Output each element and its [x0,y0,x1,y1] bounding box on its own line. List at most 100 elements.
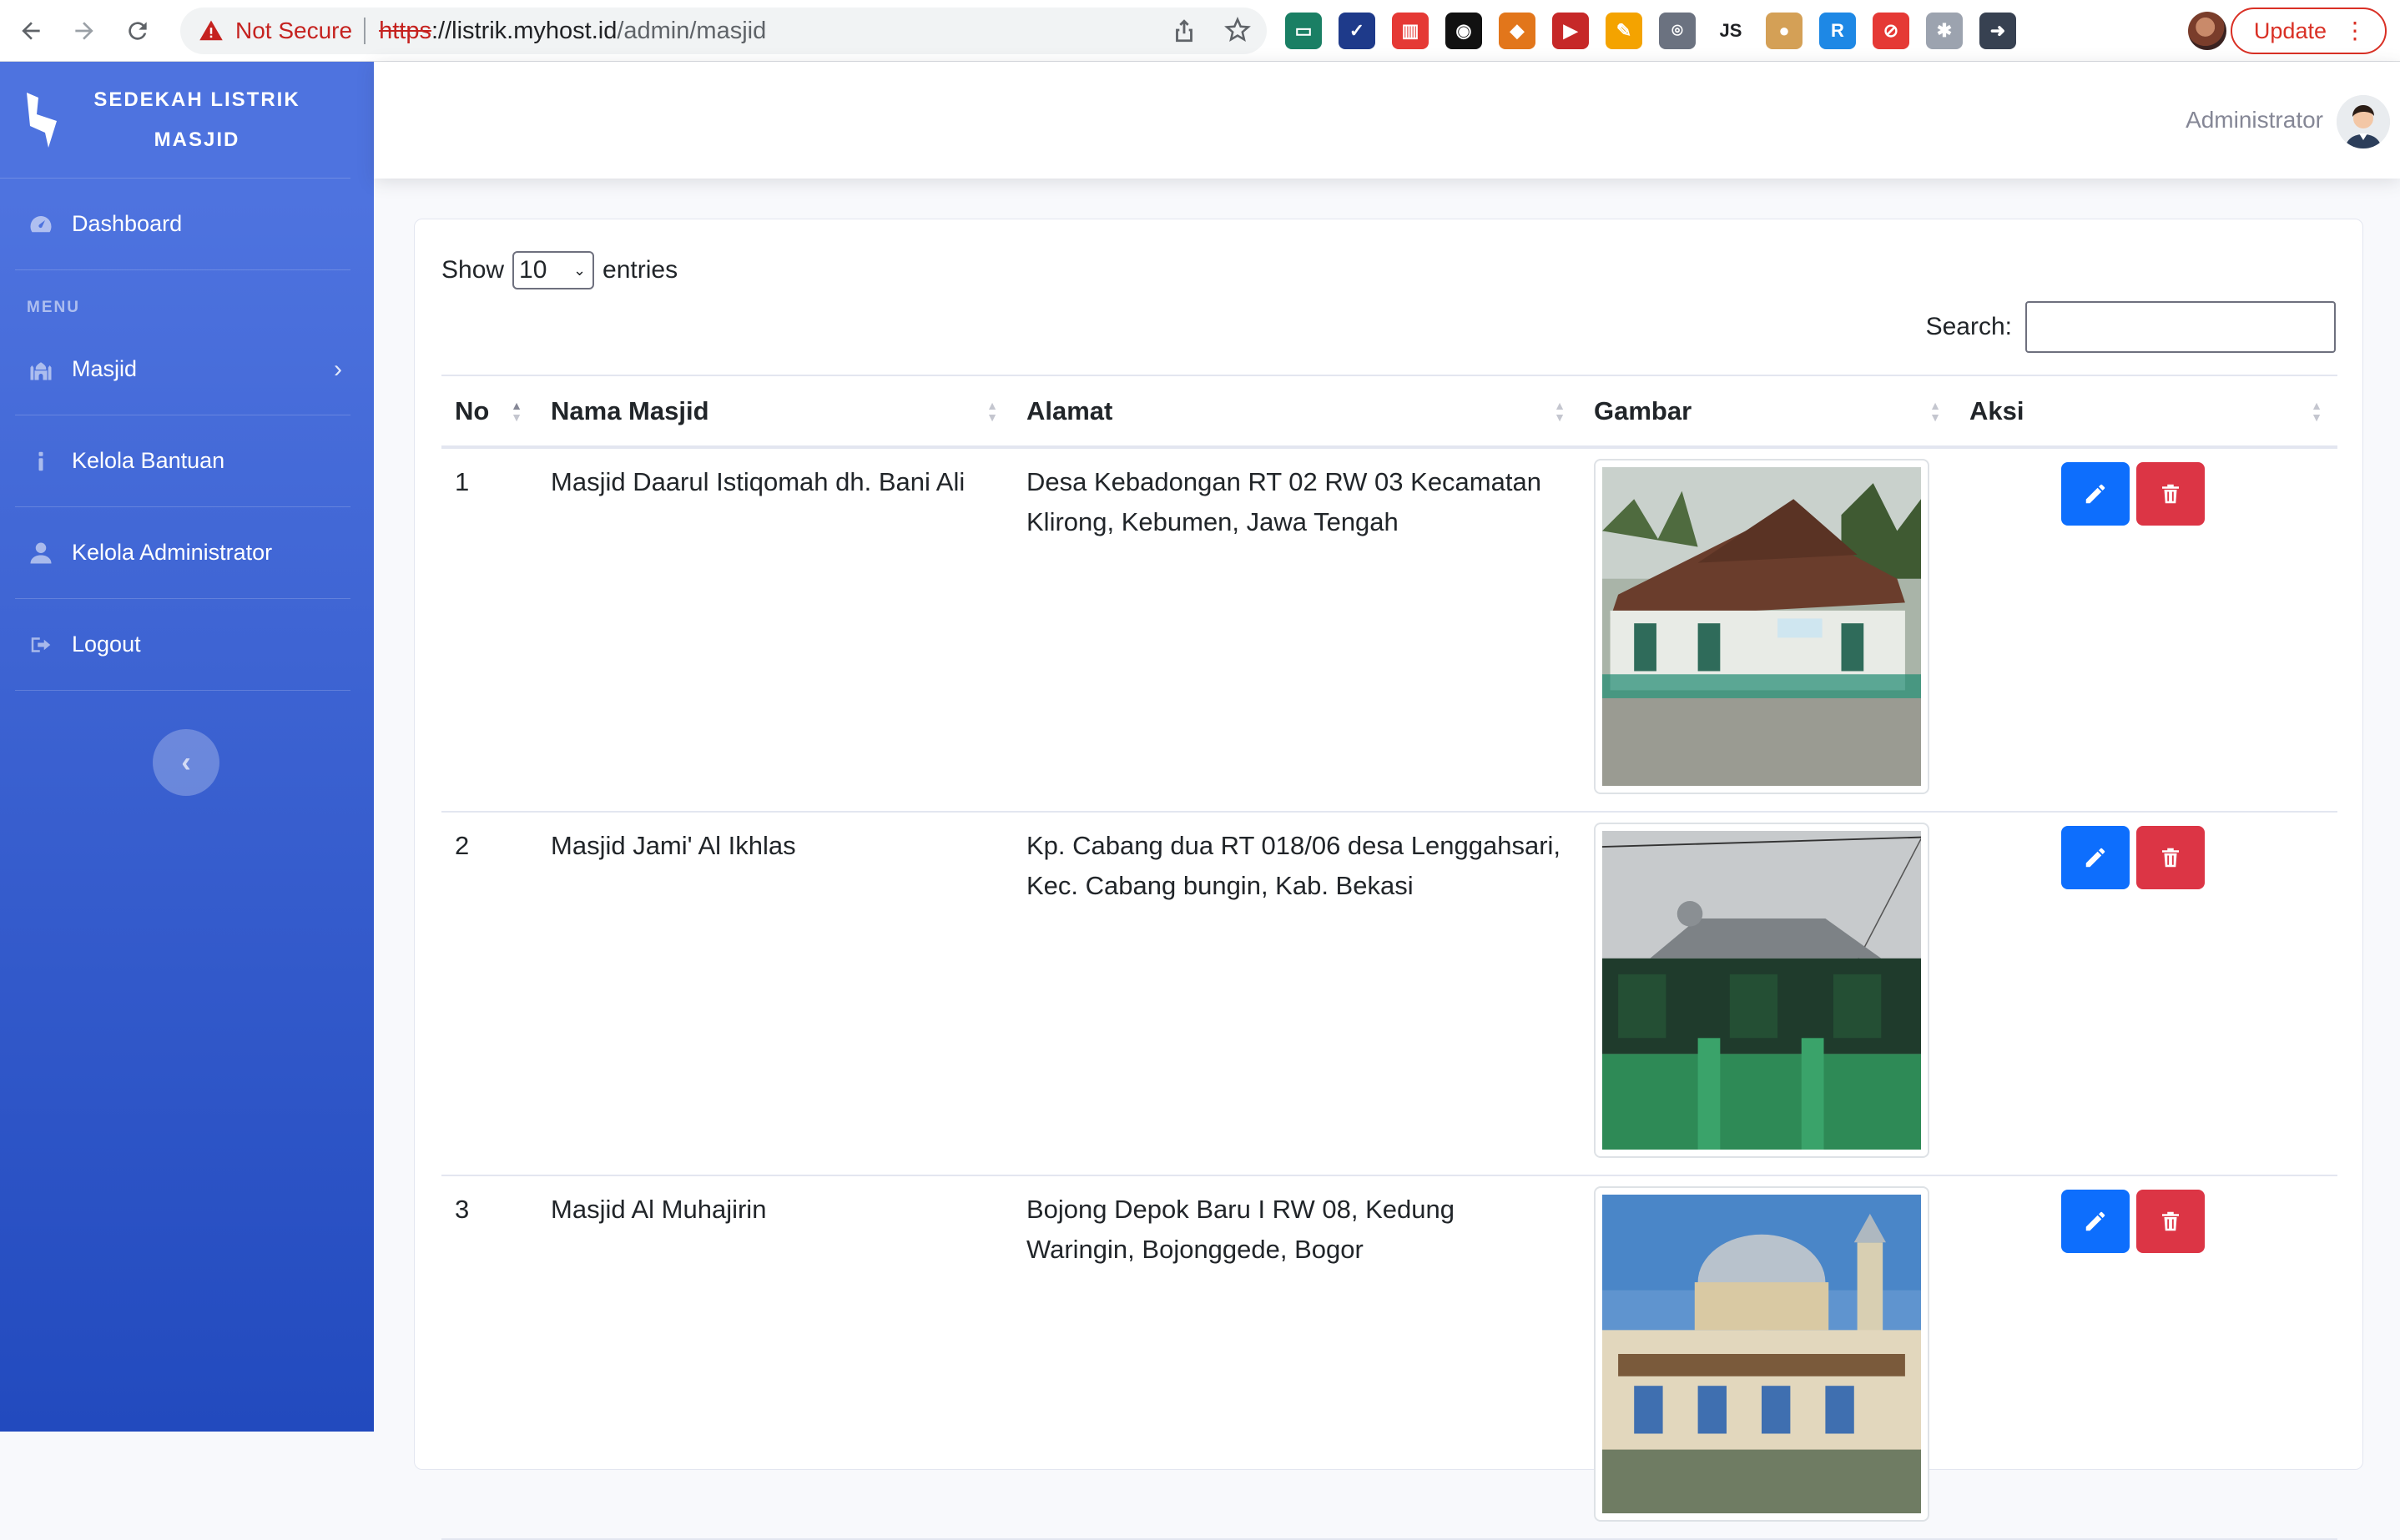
metamask-ext-icon[interactable]: ◆ [1499,13,1535,49]
sidebar-label-dashboard: Dashboard [72,211,183,236]
mosque-photo-3 [1602,1195,1921,1513]
column-header-gambar[interactable]: Gambar ▲ ▼ [1581,375,1956,449]
brand-line-2: MASJID [154,128,240,151]
back-icon[interactable] [8,8,53,53]
search-input[interactable] [2025,301,2336,353]
page-size-value: 10 [519,256,547,284]
user-avatar[interactable] [2337,95,2390,148]
sidebar: SEDEKAH LISTRIK MASJID Dashboard MENU Ma… [0,62,374,1432]
wand-ext-icon[interactable]: ✎ [1606,13,1642,49]
column-header-nama[interactable]: Nama Masjid ▲ ▼ [537,375,1013,449]
page-size-select[interactable]: 10 ⌄ [512,251,595,289]
sidebar-item-logout[interactable]: Logout [15,599,350,691]
pencil-icon [2085,848,2105,868]
brand-title: SEDEKAH LISTRIK MASJID [80,80,314,160]
reload-icon[interactable] [115,8,160,53]
address-bar[interactable]: Not Secure https://listrik.myhost.id/adm… [180,8,1267,54]
cell-nama-masjid: Masjid Daarul Istiqomah dh. Bani Ali [537,447,1013,813]
sidebar-label-kelola-bantuan: Kelola Bantuan [72,448,225,473]
browser-update-button[interactable]: Update ⋮ [2230,8,2387,54]
cell-alamat: Kp. Cabang dua RT 018/06 desa Lenggahsar… [1013,812,1581,1176]
masjid-thumbnail[interactable] [1594,459,1929,794]
masjid-thumbnail[interactable] [1594,823,1929,1158]
url-host: ://listrik.myhost.id [431,17,618,44]
delete-button[interactable] [2136,1190,2205,1253]
column-label-aksi: Aksi [1969,395,2024,425]
column-header-alamat[interactable]: Alamat ▲ ▼ [1013,375,1581,449]
column-label-nama: Nama Masjid [551,395,709,425]
cell-aksi [1956,447,2337,813]
not-secure-label[interactable]: Not Secure [235,18,352,44]
scan-ext-icon[interactable]: ⌾ [1659,13,1696,49]
logout-icon [27,632,55,657]
sort-icon: ▲ ▼ [511,399,522,424]
url-path: /admin/masjid [617,17,767,44]
more-icon: ⋮ [2343,18,2367,43]
sidebar-item-kelola-administrator[interactable]: Kelola Administrator [15,507,350,599]
edit-button[interactable] [2061,462,2130,526]
bookmark-star-icon[interactable] [1223,16,1252,44]
bolt-icon [27,92,57,148]
edit-button[interactable] [2061,1190,2130,1253]
cookie-ext-icon[interactable]: ● [1766,13,1803,49]
ad-ext-icon[interactable]: ⊘ [1873,13,1909,49]
column-label-no: No [455,395,490,425]
url-scheme: https [379,17,431,44]
video-ext-icon[interactable]: ▶ [1552,13,1589,49]
sidebar-label-kelola-administrator: Kelola Administrator [72,540,273,565]
chevron-right-icon: › [334,355,342,383]
info-icon [27,449,55,474]
search-label: Search: [1925,313,2012,340]
forward-icon[interactable] [62,8,107,53]
cell-nama-masjid: Masjid Al Muhajirin [537,1175,1013,1540]
masjid-thumbnail[interactable] [1594,1186,1929,1522]
browser-toolbar: Not Secure https://listrik.myhost.id/adm… [0,0,2400,62]
url-text[interactable]: https://listrik.myhost.id/admin/masjid [379,18,766,45]
row-actions [1969,462,2324,526]
column-header-aksi[interactable]: Aksi ▲ ▼ [1956,375,2337,449]
column-header-no[interactable]: No ▲ ▼ [441,375,537,449]
sidebar-brand[interactable]: SEDEKAH LISTRIK MASJID [0,62,350,179]
masjid-card: Show 10 ⌄ entries Search: No ▲ ▼ Nama Mas… [414,219,2363,1540]
cell-nama-masjid: Masjid Jami' Al Ikhlas [537,812,1013,1176]
monitor-ext-icon[interactable]: ▭ [1285,13,1322,49]
cell-aksi [1956,812,2337,1176]
sidebar-item-masjid[interactable]: Masjid › [15,324,350,415]
sidebar-item-dashboard[interactable]: Dashboard [15,179,350,270]
arrow-ext-icon[interactable]: ➜ [1979,13,2016,49]
trash-icon [2162,484,2179,504]
user-name[interactable]: Administrator [2186,107,2323,133]
chevron-down-icon: ⌄ [572,261,587,279]
delete-button[interactable] [2136,826,2205,889]
cell-alamat: Desa Kebadongan RT 02 RW 03 Kecamatan Kl… [1013,447,1581,813]
delete-button[interactable] [2136,462,2205,526]
update-label: Update [2253,18,2327,43]
table-row: 2 Masjid Jami' Al Ikhlas Kp. Cabang dua … [441,812,2337,1176]
mosque-icon [27,357,55,382]
show-label: Show [441,256,505,284]
column-label-alamat: Alamat [1026,395,1113,425]
sort-icon: ▲ ▼ [986,399,998,424]
check-ext-icon[interactable]: ✓ [1339,13,1375,49]
trash-icon [2162,848,2179,868]
cell-no: 3 [441,1175,537,1540]
column-label-gambar: Gambar [1594,395,1692,425]
browser-profile-avatar[interactable] [2188,12,2226,50]
topbar: Administrator [374,62,2400,179]
share-icon[interactable] [1170,16,1198,44]
extensions-bar: ▭ ✓ ▥ ◉ ◆ ▶ ✎ ⌾ JS ● R ⊘ ✱ ➜ [1285,12,2016,50]
user-icon [27,541,55,566]
edit-button[interactable] [2061,826,2130,889]
datatable-search: Search: [1926,301,2336,353]
sidebar-toggle-button[interactable]: ‹ [153,729,219,796]
row-actions [1969,826,2324,889]
react-ext-icon[interactable]: R [1819,13,1856,49]
glasses-ext-icon[interactable]: ◉ [1445,13,1482,49]
table-row: 3 Masjid Al Muhajirin Bojong Depok Baru … [441,1175,2337,1540]
js-ext-icon[interactable]: JS [1712,13,1749,49]
table-header-row: No ▲ ▼ Nama Masjid ▲ ▼ Alamat ▲ ▼ Gambar ▲ ▼… [441,375,2337,449]
sidebar-item-kelola-bantuan[interactable]: Kelola Bantuan [15,415,350,507]
audio-ext-icon[interactable]: ▥ [1392,13,1429,49]
gear-ext-icon[interactable]: ✱ [1926,13,1963,49]
pencil-icon [2085,1211,2105,1231]
